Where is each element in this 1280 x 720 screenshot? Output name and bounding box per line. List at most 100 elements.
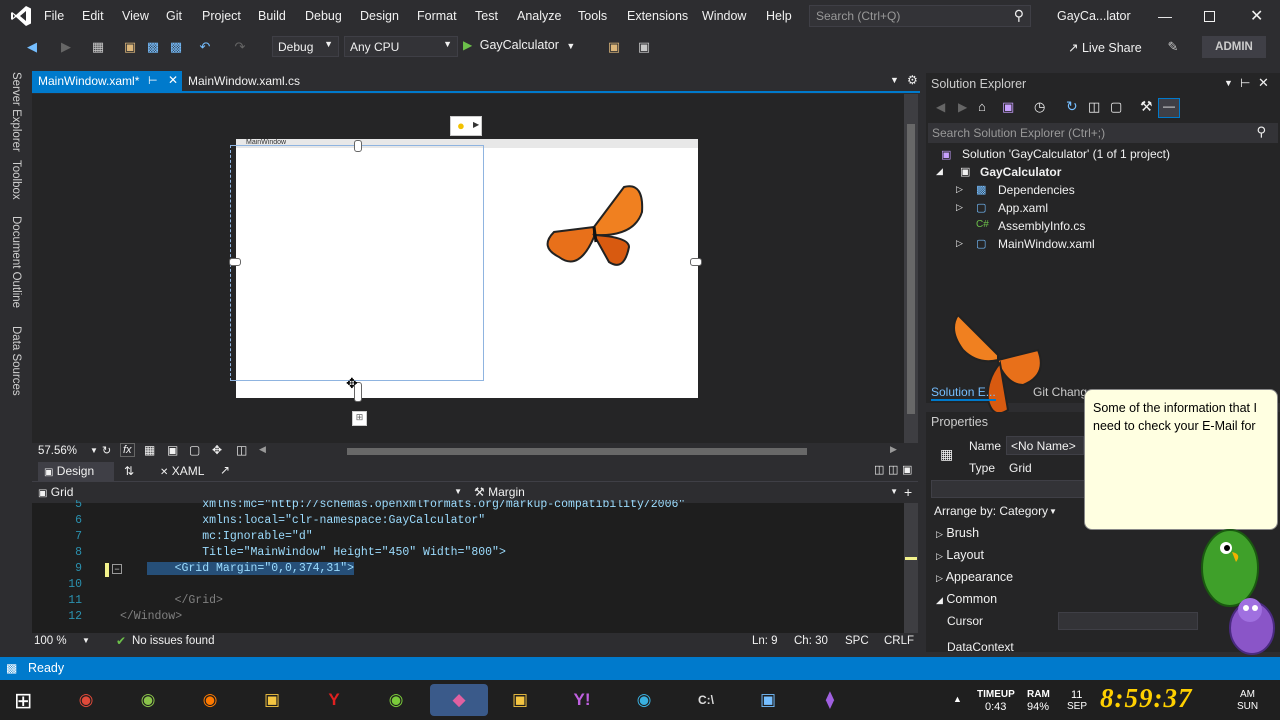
assistant-speech-balloon[interactable]: Some of the information that I need to c…: [1084, 389, 1278, 530]
tray-chevron-icon[interactable]: ▲: [953, 694, 962, 704]
collapse-pane-icon[interactable]: ▣: [902, 463, 912, 476]
tree-dependencies[interactable]: Dependencies: [998, 183, 1075, 197]
tree-solution[interactable]: Solution 'GayCalculator' (1 of 1 project…: [962, 147, 1170, 161]
chrome-icon[interactable]: ◉: [66, 684, 106, 716]
wrench-icon[interactable]: ⚒: [1140, 98, 1153, 115]
menu-file[interactable]: File: [44, 9, 64, 23]
start-debug-button[interactable]: ▶ GayCalculator ▼: [463, 38, 575, 56]
category-appearance[interactable]: ▷ Appearance: [936, 570, 1013, 584]
preview-icon[interactable]: —: [1158, 98, 1180, 118]
menu-window[interactable]: Window: [702, 9, 746, 23]
platform-combo[interactable]: Any CPU ▼: [344, 36, 458, 57]
arrange-by-combo[interactable]: Arrange by: Category: [934, 504, 1048, 518]
windows-start-icon[interactable]: ⊞: [14, 688, 32, 714]
menu-help[interactable]: Help: [766, 9, 792, 23]
browser-icon[interactable]: ◉: [128, 684, 168, 716]
menu-test[interactable]: Test: [475, 9, 498, 23]
grid-icon[interactable]: ▦: [144, 443, 155, 457]
menu-build[interactable]: Build: [258, 9, 286, 23]
cursor-input[interactable]: [1058, 612, 1198, 630]
zoom-combo[interactable]: 57.56%: [38, 445, 77, 457]
refresh-icon[interactable]: ↻: [102, 444, 111, 457]
designer-hscrollbar[interactable]: [347, 448, 807, 455]
tab-xaml[interactable]: ✕ XAML: [160, 464, 204, 478]
menu-analyze[interactable]: Analyze: [517, 9, 561, 23]
expand-icon[interactable]: +: [904, 484, 912, 500]
app-icon[interactable]: ◉: [376, 684, 416, 716]
chevron-down-icon[interactable]: ▼: [1224, 78, 1233, 88]
tab-mainwindow-xaml-cs[interactable]: MainWindow.xaml.cs: [182, 71, 342, 91]
sidebar-data-sources[interactable]: Data Sources: [10, 326, 22, 396]
home-icon[interactable]: ⌂: [978, 99, 986, 114]
visual-studio-icon[interactable]: ⧫: [810, 684, 850, 716]
margin-handle-left[interactable]: [229, 258, 241, 266]
file-explorer-icon[interactable]: ▣: [252, 684, 292, 716]
back-icon[interactable]: ◀: [24, 39, 40, 55]
category-layout[interactable]: ▷ Layout: [936, 548, 984, 562]
open-folder-icon[interactable]: ▣: [122, 39, 138, 55]
user-badge[interactable]: ADMIN: [1202, 36, 1266, 58]
split-horizontal-icon[interactable]: ◫: [874, 463, 884, 476]
gear-icon[interactable]: ⚙: [907, 73, 918, 87]
live-share-button[interactable]: ↗ Live Share: [1068, 40, 1142, 55]
scroll-left-icon[interactable]: ◀: [259, 444, 266, 455]
quick-actions-lightbulb[interactable]: ● ▶: [450, 116, 482, 136]
menu-git[interactable]: Git: [166, 9, 182, 23]
collapsed-arrow-icon[interactable]: ▷: [956, 238, 963, 249]
redo-icon[interactable]: ↷: [232, 39, 248, 55]
popout-icon[interactable]: ↗: [220, 463, 230, 477]
bs-icon[interactable]: ◉: [624, 684, 664, 716]
close-icon[interactable]: ✕: [1258, 75, 1269, 91]
collapse-all-icon[interactable]: ◫: [1088, 99, 1100, 115]
menu-tools[interactable]: Tools: [578, 9, 607, 23]
artboard-icon[interactable]: ▢: [189, 443, 200, 457]
tree-project[interactable]: GayCalculator: [980, 165, 1061, 179]
back-icon[interactable]: ◀: [936, 100, 945, 114]
properties-search[interactable]: [931, 480, 1086, 498]
files-icon[interactable]: ▣: [500, 684, 540, 716]
history-icon[interactable]: ◷: [1034, 99, 1045, 115]
grid-selection[interactable]: [230, 145, 484, 381]
firefox-icon[interactable]: ◉: [190, 684, 230, 716]
sidebar-document-outline[interactable]: Document Outline: [10, 216, 22, 308]
show-all-files-icon[interactable]: ▢: [1110, 99, 1122, 115]
sidebar-toolbox[interactable]: Toolbox: [10, 160, 22, 200]
issues-status[interactable]: No issues found: [132, 635, 214, 647]
device-icon[interactable]: ◫: [236, 443, 247, 457]
menu-view[interactable]: View: [122, 9, 149, 23]
scroll-right-icon[interactable]: ▶: [890, 444, 897, 455]
tab-solution-explorer[interactable]: Solution E...: [931, 385, 996, 401]
save-all-icon[interactable]: ▩: [168, 39, 184, 55]
tab-list-icon[interactable]: ▼: [890, 75, 899, 85]
swap-panes-icon[interactable]: ⇅: [124, 464, 134, 478]
terminal-icon[interactable]: C:\: [686, 684, 726, 716]
feedback-icon[interactable]: ✎: [1165, 39, 1181, 55]
collapse-icon[interactable]: −: [112, 564, 122, 574]
pin-icon[interactable]: ⊢: [148, 74, 158, 87]
pin-icon[interactable]: ⊢: [1240, 76, 1250, 90]
restore-icon[interactable]: [1204, 11, 1215, 22]
tree-mainwindow-xaml[interactable]: MainWindow.xaml: [998, 237, 1095, 251]
sidebar-server-explorer[interactable]: Server Explorer: [10, 72, 22, 152]
yahoo-icon[interactable]: Y!: [562, 684, 602, 716]
vs-logo-icon[interactable]: [10, 5, 32, 27]
tab-design[interactable]: ▣ Design: [38, 462, 114, 481]
snap-lines-icon[interactable]: ✥: [212, 443, 222, 457]
monitor-icon[interactable]: ▣: [748, 684, 788, 716]
forward-icon[interactable]: ▶: [58, 39, 74, 55]
minimize-icon[interactable]: —: [1158, 8, 1172, 24]
menu-extensions[interactable]: Extensions: [627, 9, 688, 23]
editor-vscrollbar[interactable]: [904, 503, 918, 633]
close-icon[interactable]: ✕: [1250, 6, 1263, 26]
save-icon[interactable]: ▩: [145, 39, 161, 55]
name-input[interactable]: <No Name>: [1006, 436, 1084, 455]
menu-debug[interactable]: Debug: [305, 9, 342, 23]
screen-icon[interactable]: ▣: [636, 39, 652, 55]
new-project-icon[interactable]: ▦: [90, 39, 106, 55]
clock[interactable]: 8:59:37: [1100, 683, 1192, 714]
menu-edit[interactable]: Edit: [82, 9, 104, 23]
search-input[interactable]: Search (Ctrl+Q) ⚲: [809, 5, 1031, 27]
collapsed-arrow-icon[interactable]: ▷: [956, 184, 963, 195]
menu-project[interactable]: Project: [202, 9, 241, 23]
tab-mainwindow-xaml[interactable]: MainWindow.xaml* ⊢ ✕: [32, 71, 182, 91]
